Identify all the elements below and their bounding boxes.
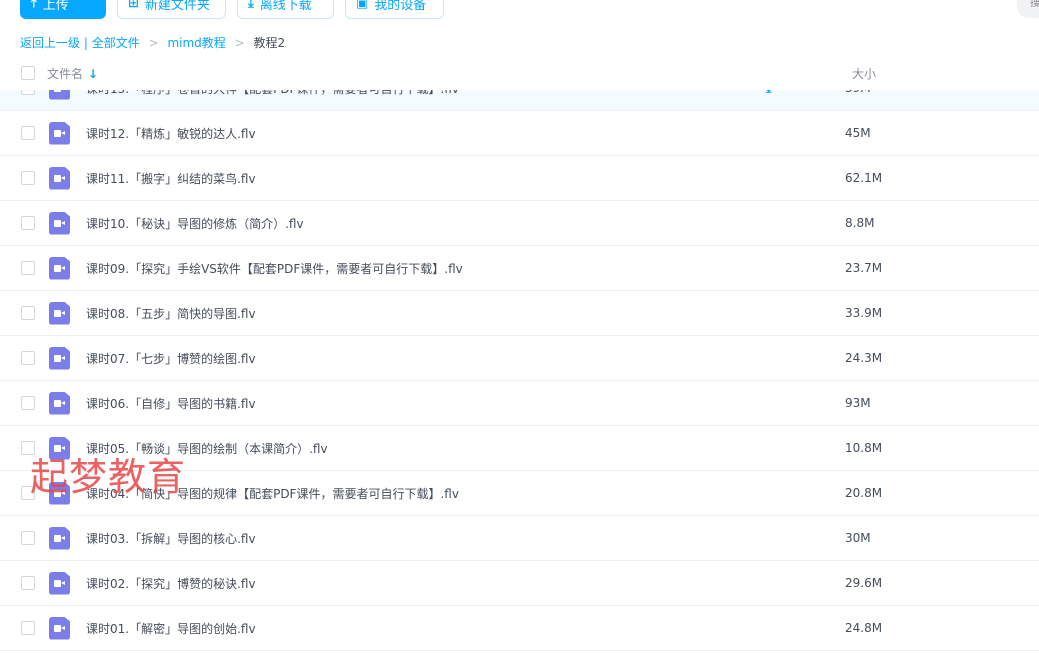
file-size: 30M: [845, 531, 871, 545]
file-name[interactable]: 课时12.「精炼」敏锐的达人.flv: [86, 125, 256, 142]
row-checkbox[interactable]: [21, 531, 35, 545]
row-checkbox[interactable]: [21, 621, 35, 635]
file-name[interactable]: 课时06.「自修」导图的书籍.flv: [86, 395, 256, 412]
row-checkbox[interactable]: [21, 351, 35, 365]
video-file-icon: [49, 121, 70, 145]
download-icon: ⤓: [248, 0, 254, 11]
file-size: 33.9M: [845, 306, 883, 320]
file-size: 29.6M: [845, 576, 883, 590]
breadcrumb-separator: >: [234, 36, 245, 50]
file-size: 93M: [845, 396, 871, 410]
file-size: 24.3M: [845, 351, 883, 365]
search-pill-label: 搜: [1030, 0, 1039, 9]
video-file-icon: [49, 166, 70, 190]
select-all-checkbox[interactable]: [21, 66, 35, 80]
file-row[interactable]: 课时09.「探究」手绘VS软件【配套PDF课件，需要者可自行下载】.flv 23…: [0, 246, 1039, 291]
file-name[interactable]: 课时07.「七步」博赞的绘图.flv: [86, 350, 256, 367]
row-checkbox[interactable]: [21, 171, 35, 185]
my-devices-label: 我的设备: [374, 0, 427, 13]
file-row[interactable]: 课时03.「拆解」导图的核心.flv 30M: [0, 516, 1039, 561]
breadcrumb-divider: |: [83, 36, 88, 50]
file-row[interactable]: 课时11.「搬字」纠结的菜鸟.flv 62.1M: [0, 156, 1039, 201]
file-name[interactable]: 课时11.「搬字」纠结的菜鸟.flv: [86, 170, 256, 187]
file-name[interactable]: 课时03.「拆解」导图的核心.flv: [86, 530, 256, 547]
header: ⤒ 上传 ⊞ 新建文件夹 ⤓ 离线下载 ▣ 我的设备 搜 返回上一级 | 全部文件 > …: [0, 0, 1039, 90]
breadcrumb-current: 教程2: [253, 36, 286, 50]
back-link[interactable]: 返回上一级: [20, 36, 80, 50]
file-name[interactable]: 课时08.「五步」简快的导图.flv: [86, 305, 256, 322]
file-size: 45M: [845, 126, 871, 140]
column-name[interactable]: 文件名 ↓: [47, 65, 98, 82]
sort-arrow-icon: ↓: [88, 67, 99, 81]
file-size: 8.8M: [845, 216, 875, 230]
file-row[interactable]: 课时08.「五步」简快的导图.flv 33.9M: [0, 291, 1039, 336]
column-size[interactable]: 大小: [852, 65, 876, 82]
breadcrumb-all-files[interactable]: 全部文件: [92, 36, 140, 50]
row-checkbox[interactable]: [21, 261, 35, 275]
file-name[interactable]: 课时02.「探究」博赞的秘诀.flv: [86, 575, 256, 592]
file-name[interactable]: 课时10.「秘诀」导图的修炼（简介）.flv: [86, 215, 304, 232]
file-name[interactable]: 课时09.「探究」手绘VS软件【配套PDF课件，需要者可自行下载】.flv: [86, 260, 463, 277]
offline-download-label: 离线下载: [259, 0, 312, 13]
file-row[interactable]: 课时07.「七步」博赞的绘图.flv 24.3M: [0, 336, 1039, 381]
row-checkbox[interactable]: [21, 126, 35, 140]
file-row[interactable]: 课时02.「探究」博赞的秘诀.flv 29.6M: [0, 561, 1039, 606]
file-size: 20.8M: [845, 486, 883, 500]
upload-icon: ⤒: [31, 0, 37, 11]
video-file-icon: [49, 256, 70, 280]
file-size: 10.8M: [845, 441, 883, 455]
row-checkbox[interactable]: [21, 216, 35, 230]
file-size: 24.8M: [845, 621, 883, 635]
offline-download-button[interactable]: ⤓ 离线下载: [237, 0, 334, 19]
breadcrumb-separator: >: [148, 36, 159, 50]
upload-button[interactable]: ⤒ 上传: [20, 0, 106, 19]
file-size: 62.1M: [845, 171, 883, 185]
new-folder-label: 新建文件夹: [144, 0, 210, 13]
file-row[interactable]: 课时01.「解密」导图的创始.flv 24.8M: [0, 606, 1039, 651]
file-size: 23.7M: [845, 261, 883, 275]
video-file-icon: [49, 346, 70, 370]
watermark: 起梦教育: [30, 455, 187, 499]
breadcrumb: 返回上一级 | 全部文件 > mimd教程 > 教程2: [20, 34, 285, 51]
video-file-icon: [49, 616, 70, 640]
folder-plus-icon: ⊞: [128, 0, 139, 11]
file-row[interactable]: 课时12.「精炼」敏锐的达人.flv 45M: [0, 111, 1039, 156]
breadcrumb-folder[interactable]: mimd教程: [167, 36, 225, 50]
row-checkbox[interactable]: [21, 396, 35, 410]
video-file-icon: [49, 301, 70, 325]
device-icon: ▣: [356, 0, 369, 11]
row-checkbox[interactable]: [21, 576, 35, 590]
file-row[interactable]: 课时10.「秘诀」导图的修炼（简介）.flv 8.8M: [0, 201, 1039, 246]
video-file-icon: [49, 391, 70, 415]
new-folder-button[interactable]: ⊞ 新建文件夹: [117, 0, 226, 19]
video-file-icon: [49, 526, 70, 550]
video-file-icon: [49, 571, 70, 595]
upload-label: 上传: [42, 0, 69, 13]
row-checkbox[interactable]: [21, 306, 35, 320]
search-pill[interactable]: 搜: [1017, 0, 1039, 18]
column-name-label: 文件名: [47, 67, 84, 81]
my-devices-button[interactable]: ▣ 我的设备: [345, 0, 444, 19]
file-name[interactable]: 课时01.「解密」导图的创始.flv: [86, 620, 256, 637]
video-file-icon: [49, 211, 70, 235]
file-row[interactable]: 课时06.「自修」导图的书籍.flv 93M: [0, 381, 1039, 426]
file-list: 课时13.「程序」卷首的大神【配套PDF课件，需要者可自行下载】.flv ⚯⤓•…: [0, 66, 1039, 651]
